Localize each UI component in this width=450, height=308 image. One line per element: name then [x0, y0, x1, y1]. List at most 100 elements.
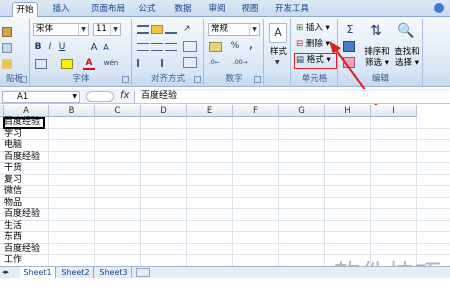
column-header[interactable]: E — [187, 105, 233, 117]
insert-cells-label: 插入 — [305, 23, 323, 33]
find-select-button[interactable]: 查找和 选择 ▾ — [393, 47, 421, 69]
currency-icon[interactable] — [209, 42, 222, 52]
cell-a[interactable]: 学习 — [4, 129, 22, 141]
cell-a[interactable]: 电脑 — [4, 140, 22, 152]
font-name-combo[interactable]: 宋体 ▼ — [33, 23, 89, 36]
align-right-icon[interactable] — [165, 43, 177, 51]
cell-a[interactable]: 复习 — [4, 175, 22, 187]
help-icon[interactable] — [434, 3, 444, 13]
format-painter-icon[interactable] — [2, 59, 12, 69]
active-cell[interactable] — [3, 117, 45, 129]
cell-a[interactable]: 物品 — [4, 198, 22, 210]
formula-content[interactable]: 百度经验 — [134, 91, 450, 103]
styles-icon: A — [269, 23, 287, 43]
column-header[interactable]: G — [279, 105, 325, 117]
alignment-expand-icon[interactable] — [194, 76, 201, 83]
align-bottom-icon[interactable] — [165, 25, 177, 34]
tab-page-layout[interactable]: 页面布局 — [84, 2, 132, 17]
tab-insert[interactable]: 插入 — [48, 2, 74, 17]
decrease-indent-icon[interactable] — [137, 59, 149, 67]
column-header[interactable]: A — [4, 105, 49, 117]
align-middle-icon[interactable] — [151, 25, 163, 34]
sheet-tab-2[interactable]: Sheet2 — [58, 267, 94, 278]
name-box-value: A1 — [17, 92, 29, 102]
delete-icon: ⊟ — [296, 39, 304, 49]
bold-button[interactable]: B — [33, 41, 43, 54]
align-top-icon[interactable] — [137, 25, 149, 34]
underline-button[interactable]: U — [57, 41, 67, 54]
align-left-icon[interactable] — [137, 43, 149, 51]
increase-decimal-icon[interactable]: .0← — [209, 59, 229, 68]
insert-icon: ⊞ — [296, 23, 304, 33]
shrink-font-button[interactable]: A — [101, 41, 111, 54]
number-format-combo[interactable]: 常规 ▼ — [208, 23, 260, 36]
cell-a[interactable]: 百度经验 — [4, 152, 40, 164]
column-header[interactable]: D — [141, 105, 187, 117]
number-expand-icon[interactable] — [254, 76, 261, 83]
gridline — [48, 117, 49, 290]
sheet-tab-1[interactable]: Sheet1 — [20, 267, 56, 278]
name-box[interactable]: A1 ▼ — [2, 91, 80, 103]
cell-a[interactable]: 东西 — [4, 232, 22, 244]
merge-center-icon[interactable] — [183, 57, 197, 68]
fill-color-icon[interactable] — [61, 59, 73, 69]
chevron-down-icon: ▼ — [275, 59, 280, 66]
gridline — [0, 231, 450, 232]
gridline — [278, 117, 279, 290]
formula-bar: A1 ▼ fx 百度经验 — [0, 89, 450, 104]
tab-home[interactable]: 开始 — [12, 2, 38, 18]
clipboard-expand-icon[interactable] — [20, 76, 27, 83]
cell-a[interactable]: 百度经验 — [4, 209, 40, 221]
find-select-icon[interactable]: 🔍 — [395, 23, 417, 45]
tab-developer[interactable]: 开发工具 — [270, 2, 314, 17]
gridline — [232, 117, 233, 290]
tab-review[interactable]: 审阅 — [204, 2, 230, 17]
sheet-nav-icon[interactable]: ◂▸ — [2, 268, 9, 276]
border-icon[interactable] — [35, 59, 47, 69]
decrease-decimal-icon[interactable]: .00→ — [233, 59, 253, 68]
cell-a[interactable]: 微信 — [4, 186, 22, 198]
styles-group[interactable]: A 样式 ▼ — [265, 19, 291, 85]
worksheet-grid[interactable]: ABCDEFGHI 百度经验 学习 电脑 百度经验 干货 复习 微信 物品 百度经验 生活 东西 百度… — [0, 105, 450, 290]
grow-font-button[interactable]: A — [89, 41, 99, 54]
insert-cells-button[interactable]: ⊞ 插入 ▾ — [296, 23, 336, 34]
wrap-text-icon[interactable] — [183, 41, 197, 52]
italic-button[interactable]: I — [45, 41, 55, 54]
cell-a[interactable]: 生活 — [4, 221, 22, 233]
increase-indent-icon[interactable] — [151, 59, 163, 67]
styles-label: 样式 — [270, 47, 288, 57]
phonetic-button[interactable]: wén — [103, 57, 119, 70]
cell-a[interactable]: 干货 — [4, 163, 22, 175]
autosum-button[interactable]: Σ — [343, 23, 357, 36]
column-header[interactable]: B — [49, 105, 95, 117]
column-header[interactable]: C — [95, 105, 141, 117]
column-header[interactable]: I — [371, 105, 417, 117]
align-center-icon[interactable] — [151, 43, 163, 51]
copy-icon[interactable] — [2, 43, 12, 53]
gridline — [140, 117, 141, 290]
insert-function-button[interactable]: fx — [120, 90, 129, 101]
sheet-tab-3[interactable]: Sheet3 — [96, 267, 132, 278]
font-size-combo[interactable]: 11 ▼ — [93, 23, 121, 36]
alignment-label: 对齐方式 — [150, 74, 185, 84]
font-name-value: 宋体 — [36, 24, 54, 34]
new-sheet-icon[interactable] — [136, 268, 150, 277]
tab-formulas[interactable]: 公式 — [134, 2, 160, 17]
cell-a[interactable]: 百度经验 — [4, 244, 40, 256]
percent-button[interactable]: % — [229, 40, 241, 53]
tab-data[interactable]: 数据 — [170, 2, 196, 17]
column-header[interactable]: H — [325, 105, 371, 117]
gridline — [0, 150, 450, 152]
orientation-icon[interactable]: ↗ — [183, 24, 197, 35]
find-select-label-1: 查找和 — [394, 47, 420, 57]
formula-buttons[interactable] — [86, 91, 114, 102]
tab-view[interactable]: 视图 — [237, 2, 263, 17]
cut-icon[interactable] — [2, 27, 12, 37]
font-expand-icon[interactable] — [122, 76, 129, 83]
cell-a[interactable]: 工作 — [4, 255, 22, 267]
column-header[interactable]: F — [233, 105, 279, 117]
comma-button[interactable]: , — [245, 40, 257, 53]
gridline — [0, 185, 450, 186]
delete-cells-label: 删除 — [305, 39, 323, 49]
font-color-button[interactable]: A — [83, 57, 95, 70]
